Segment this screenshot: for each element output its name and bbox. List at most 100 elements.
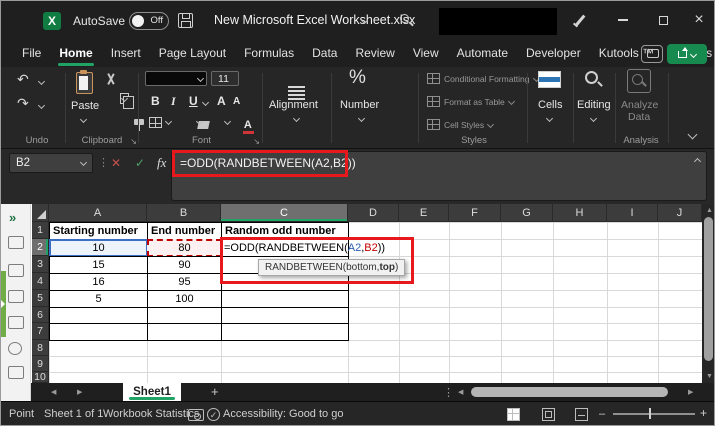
cell-a3[interactable]: 15 — [49, 256, 148, 274]
column-header-b[interactable]: B — [147, 204, 221, 222]
paste-chevron-icon[interactable] — [80, 116, 87, 123]
borders-chevron-icon[interactable] — [165, 118, 172, 125]
column-header-g[interactable]: G — [501, 204, 553, 222]
sidebar-expand-icon[interactable]: » — [9, 210, 16, 225]
cancel-icon[interactable]: ✕ — [111, 156, 121, 170]
row-header-2[interactable]: 2 — [32, 239, 49, 256]
paste-icon[interactable] — [76, 72, 93, 94]
kutools-pane-handle[interactable] — [1, 271, 6, 337]
redo-chevron-icon[interactable] — [38, 102, 45, 109]
column-header-a[interactable]: A — [49, 204, 147, 222]
scroll-down-icon[interactable]: ▼ — [706, 373, 713, 380]
search-icon[interactable] — [400, 14, 409, 23]
workbook-statistics[interactable]: Workbook Statistics — [103, 408, 199, 420]
undo-chevron-icon[interactable] — [38, 78, 45, 85]
column-header-e[interactable]: E — [399, 204, 449, 222]
font-color-chevron-icon[interactable] — [224, 118, 231, 125]
share-button[interactable] — [667, 44, 707, 64]
row-header-5[interactable]: 5 — [32, 290, 49, 307]
row-header-9[interactable]: 9 — [32, 356, 49, 372]
zoom-slider-handle[interactable] — [649, 408, 651, 419]
editing-group[interactable]: Editing — [575, 67, 615, 149]
redo-icon[interactable]: ↷ — [17, 95, 29, 112]
cell-a2[interactable]: 10 — [49, 239, 148, 257]
row-header-3[interactable]: 3 — [32, 256, 49, 273]
alignment-group[interactable]: Alignment — [264, 67, 330, 149]
cell-b7[interactable] — [147, 323, 222, 341]
maximize-button[interactable] — [646, 1, 680, 39]
vertical-scroll-thumb[interactable] — [704, 217, 713, 361]
column-header-i[interactable]: I — [607, 204, 658, 222]
select-all-corner[interactable] — [32, 204, 49, 222]
cell-c7[interactable] — [221, 323, 349, 341]
minimize-button[interactable] — [606, 1, 640, 39]
horizontal-scroll-thumb[interactable] — [471, 387, 668, 397]
zoom-in-button[interactable]: + — [700, 406, 707, 420]
excel-app-icon[interactable]: X — [43, 12, 61, 30]
font-size-combo[interactable]: 11 — [211, 71, 239, 86]
underline-button[interactable]: U — [189, 94, 198, 108]
cell-b3[interactable]: 90 — [147, 256, 222, 274]
column-header-f[interactable]: F — [449, 204, 501, 222]
column-header-d[interactable]: D — [348, 204, 399, 222]
tab-formulas[interactable]: Formulas — [235, 41, 303, 67]
autosave-toggle[interactable]: Off — [129, 12, 169, 30]
font-name-combo[interactable] — [145, 71, 207, 86]
close-button[interactable]: × — [682, 1, 715, 39]
font-color-icon[interactable]: A — [244, 120, 252, 130]
cell-grid[interactable]: A B C D E F G H I J 1 2 3 4 5 6 7 8 9 10… — [32, 204, 702, 383]
scroll-up-icon[interactable]: ▲ — [706, 207, 713, 214]
cell-c5[interactable] — [221, 290, 349, 308]
format-as-table-button[interactable]: Format as Table — [427, 96, 514, 107]
undo-icon[interactable]: ↶ — [17, 71, 29, 88]
save-icon[interactable] — [178, 13, 193, 28]
tab-review[interactable]: Review — [346, 41, 403, 67]
cell-a1[interactable]: Starting number — [49, 222, 148, 240]
binoculars-icon[interactable] — [8, 342, 22, 355]
view-page-break-icon[interactable] — [575, 408, 588, 421]
row-header-8[interactable]: 8 — [32, 340, 49, 356]
hscroll-left-icon[interactable]: ◀ — [458, 389, 463, 396]
borders-icon[interactable] — [149, 117, 162, 128]
analyze-data-label-2[interactable]: Data — [628, 111, 650, 123]
column-header-j[interactable]: J — [658, 204, 702, 222]
tab-page-layout[interactable]: Page Layout — [150, 41, 235, 67]
number-group[interactable]: % Number — [333, 67, 395, 149]
tab-automate[interactable]: Automate — [448, 41, 517, 67]
underline-chevron-icon[interactable] — [202, 99, 209, 106]
cell-b4[interactable]: 95 — [147, 273, 222, 291]
tab-developer[interactable]: Developer — [517, 41, 590, 67]
cell-b5[interactable]: 100 — [147, 290, 222, 308]
tab-view[interactable]: View — [404, 41, 448, 67]
tab-data[interactable]: Data — [303, 41, 346, 67]
zoom-slider-track[interactable] — [613, 413, 695, 415]
statistics-icon[interactable] — [188, 409, 204, 421]
snap-pane-icon[interactable] — [8, 264, 24, 277]
workbook-pane-icon[interactable] — [8, 236, 24, 249]
analyze-data-icon[interactable] — [627, 69, 651, 93]
cells-group[interactable]: Cells — [529, 67, 573, 149]
italic-button[interactable]: I — [171, 94, 176, 109]
external-link-icon[interactable] — [8, 366, 24, 379]
cell-a7[interactable] — [49, 323, 148, 341]
scrollbar-dots-icon[interactable]: ⋮ — [443, 386, 454, 399]
name-box[interactable]: B2 — [9, 153, 93, 173]
view-page-layout-icon[interactable] — [542, 408, 555, 421]
cell-a5[interactable]: 5 — [49, 290, 148, 308]
cell-c6[interactable] — [221, 307, 349, 324]
cell-b1[interactable]: End number — [147, 222, 222, 240]
tab-insert[interactable]: Insert — [102, 41, 150, 67]
paste-label[interactable]: Paste — [71, 100, 99, 112]
ribbon-collapse-chevron-icon[interactable] — [688, 130, 698, 140]
vertical-scrollbar[interactable]: ▲ ▼ — [702, 204, 715, 383]
document-title[interactable]: New Microsoft Excel Worksheet.xlsx — [214, 13, 415, 27]
row-header-7[interactable]: 7 — [32, 323, 49, 340]
analyze-data-label-1[interactable]: Analyze — [621, 99, 658, 111]
hscroll-right-icon[interactable]: ▶ — [688, 389, 693, 396]
sheet-next-icon[interactable]: ▶ — [77, 389, 82, 396]
print-icon[interactable] — [8, 290, 24, 303]
cell-a4[interactable]: 16 — [49, 273, 148, 291]
tab-home[interactable]: Home — [50, 41, 101, 67]
cell-styles-button[interactable]: Cell Styles — [427, 119, 493, 130]
cell-a6[interactable] — [49, 307, 148, 324]
